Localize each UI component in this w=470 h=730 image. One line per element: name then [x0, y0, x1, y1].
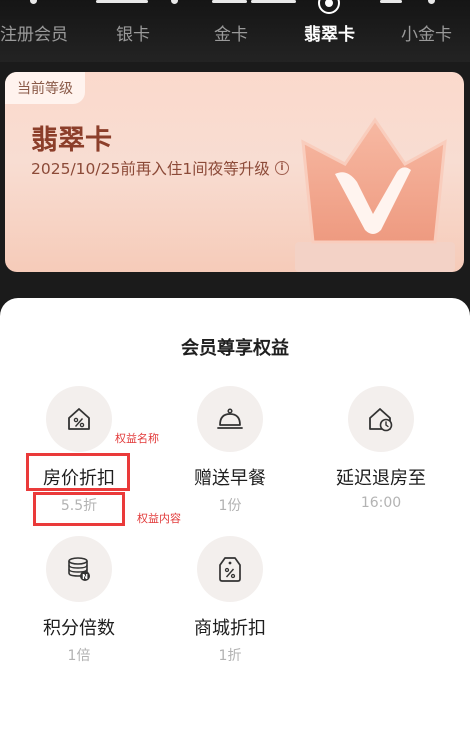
benefit-icon-circle: N: [46, 536, 112, 602]
tier-track: [0, 0, 470, 14]
current-level-card: 当前等级 翡翠卡 2025/10/25前再入住1间夜等升级 i: [5, 72, 464, 272]
tier-tab-little-gold[interactable]: 小金卡: [401, 20, 452, 45]
tier-tab-silver[interactable]: 银卡: [116, 20, 150, 45]
benefit-value: 16:00: [360, 495, 402, 511]
benefit-value: 1折: [218, 648, 242, 664]
tier-progress-bar: 注册会员 银卡 金卡 翡翠卡 小金卡: [0, 0, 470, 62]
svg-text:N: N: [82, 573, 88, 581]
benefit-icon-circle: [197, 386, 263, 452]
level-upgrade-description: 2025/10/25前再入住1间夜等升级: [31, 160, 270, 178]
benefit-icon-circle: [197, 536, 263, 602]
coin-stack-icon: N: [68, 557, 90, 581]
crown-v-icon: [295, 117, 455, 272]
benefit-icon-circle: [46, 386, 112, 452]
benefit-name: 赠送早餐: [194, 468, 266, 489]
cloche-icon: [217, 408, 243, 429]
tier-track-segment: [96, 0, 148, 3]
tier-track-segment: [380, 0, 402, 3]
tier-dot: [171, 0, 178, 4]
tag-percent-icon: [219, 557, 241, 582]
benefit-mall-discount[interactable]: 商城折扣 1折: [155, 536, 305, 664]
current-tier-marker: [318, 0, 340, 14]
benefit-points-multiplier[interactable]: N 积分倍数 1倍: [4, 536, 154, 664]
annotation-box-benefit-value: [33, 492, 125, 526]
house-clock-icon: [369, 408, 393, 432]
benefit-late-checkout[interactable]: 延迟退房至 16:00: [306, 386, 456, 513]
benefit-name: 积分倍数: [43, 618, 115, 639]
tier-tab-gold[interactable]: 金卡: [214, 20, 248, 45]
tier-tab-emerald[interactable]: 翡翠卡: [304, 20, 355, 45]
benefit-name: 延迟退房至: [336, 468, 426, 489]
benefit-value: 1倍: [67, 648, 91, 664]
benefit-icon-circle: [348, 386, 414, 452]
tier-tab-registered[interactable]: 注册会员: [0, 20, 68, 45]
level-name: 翡翠卡: [31, 125, 112, 156]
tier-dot: [30, 0, 37, 4]
tier-track-segment: [251, 0, 296, 3]
benefit-name: 商城折扣: [194, 618, 266, 639]
tier-track-segment: [212, 0, 247, 3]
benefit-breakfast[interactable]: 赠送早餐 1份: [155, 386, 305, 514]
house-percent-icon: [68, 408, 90, 430]
current-level-tag: 当前等级: [5, 72, 85, 104]
annotation-label-name: 权益名称: [115, 432, 159, 445]
annotation-label-content: 权益内容: [137, 512, 181, 525]
annotation-box-benefit-name: [26, 453, 130, 491]
benefits-title: 会员尊享权益: [181, 338, 289, 359]
tier-dot: [428, 0, 435, 4]
